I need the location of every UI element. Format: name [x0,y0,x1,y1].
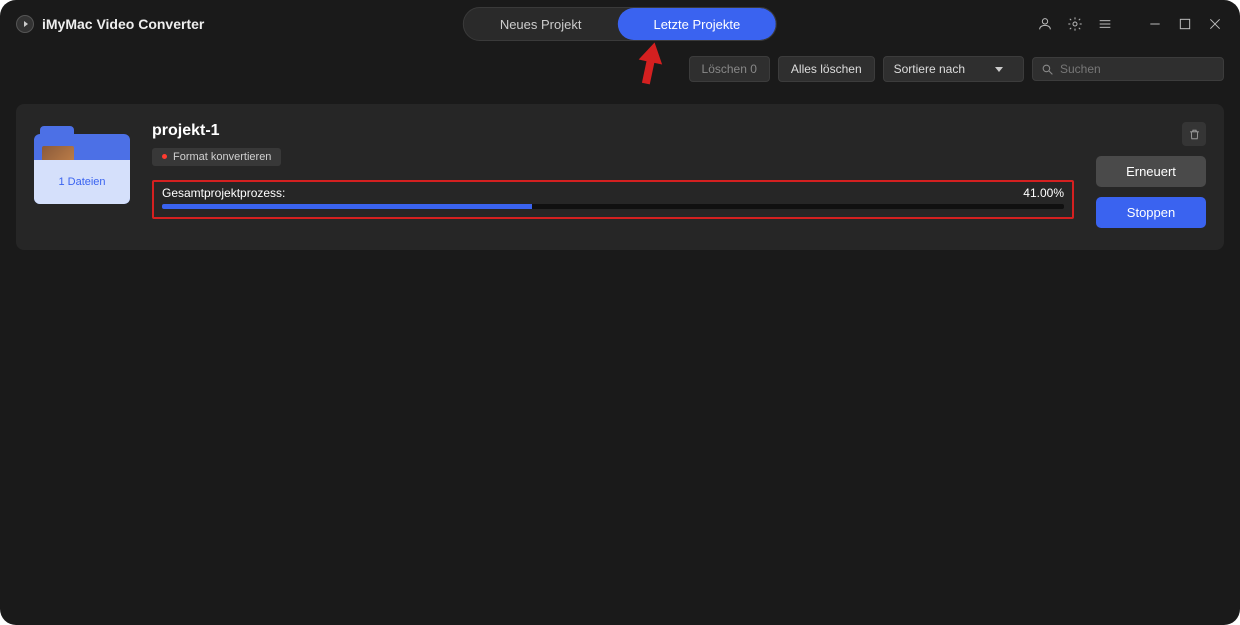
titlebar: iMyMac Video Converter Neues Projekt Let… [0,0,1240,48]
window-controls [1036,15,1224,33]
delete-project-button[interactable] [1182,122,1206,146]
app-logo-icon [16,15,34,33]
search-icon [1041,63,1054,76]
search-input[interactable] [1060,62,1215,76]
folder-icon[interactable]: 1 Dateien [34,126,130,204]
close-icon[interactable] [1206,15,1224,33]
trash-icon [1188,128,1201,141]
user-icon[interactable] [1036,15,1054,33]
status-dot-icon [162,154,167,159]
project-card: 1 Dateien projekt-1 Format konvertieren … [16,104,1224,250]
tab-new-project[interactable]: Neues Projekt [464,8,618,40]
delete-all-button[interactable]: Alles löschen [778,56,875,82]
delete-selected-button[interactable]: Löschen 0 [689,56,770,82]
project-main: projekt-1 Format konvertieren Gesamtproj… [152,122,1074,228]
gear-icon[interactable] [1066,15,1084,33]
sort-by-label: Sortiere nach [894,62,965,76]
project-title: projekt-1 [152,122,1074,140]
tab-recent-projects[interactable]: Letzte Projekte [617,8,776,40]
progress-percent: 41.00% [1023,186,1064,200]
toolbar: Löschen 0 Alles löschen Sortiere nach [0,48,1240,90]
project-actions: Erneuert Stoppen [1096,122,1206,228]
tab-group: Neues Projekt Letzte Projekte [463,7,777,41]
app-title: iMyMac Video Converter [42,16,204,32]
search-box[interactable] [1032,57,1224,81]
badge-label: Format konvertieren [173,151,271,163]
app-window: iMyMac Video Converter Neues Projekt Let… [0,0,1240,625]
menu-icon[interactable] [1096,15,1114,33]
format-convert-badge: Format konvertieren [152,148,281,166]
progress-bar [162,204,1064,209]
file-count-label: 1 Dateien [34,160,130,204]
minimize-icon[interactable] [1146,15,1164,33]
renew-button[interactable]: Erneuert [1096,156,1206,187]
progress-fill [162,204,532,209]
stop-button[interactable]: Stoppen [1096,197,1206,228]
progress-label: Gesamtprojektprozess: [162,186,285,200]
sort-by-dropdown[interactable]: Sortiere nach [883,56,1024,82]
chevron-down-icon [995,67,1003,72]
progress-section: Gesamtprojektprozess: 41.00% [152,180,1074,219]
maximize-icon[interactable] [1176,15,1194,33]
app-logo-wrap: iMyMac Video Converter [16,15,204,33]
